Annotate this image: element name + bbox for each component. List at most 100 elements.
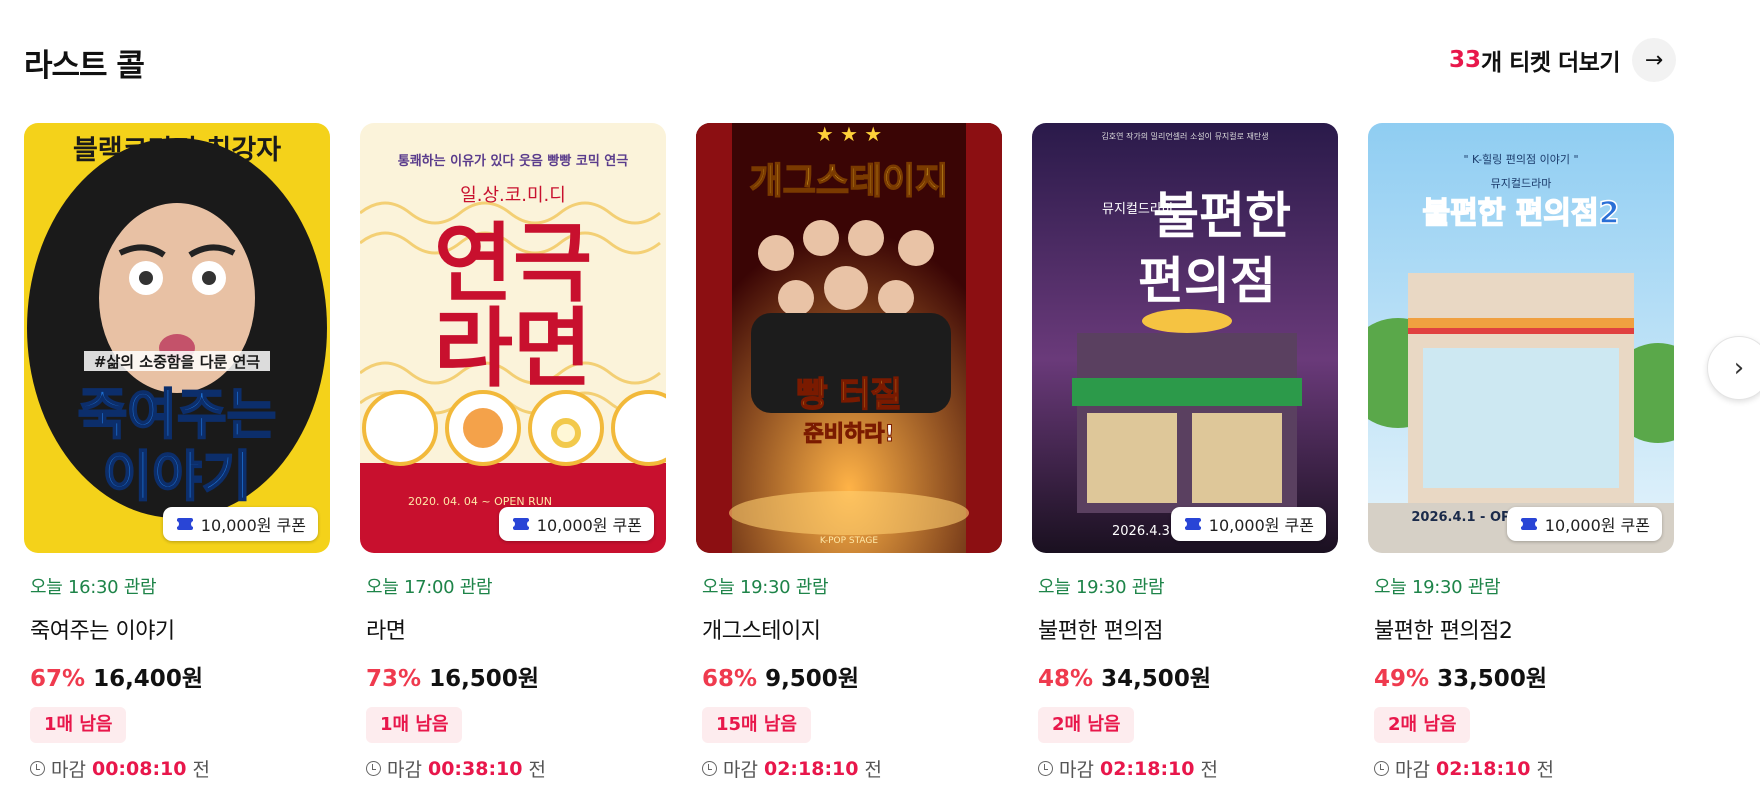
price-row: 67% 16,400원 (30, 659, 324, 693)
countdown-timer: 02:18:10 (763, 757, 859, 780)
coupon-icon (173, 518, 196, 530)
clock-icon (702, 761, 717, 776)
section-title: 라스트 콜 (24, 48, 145, 84)
svg-text:이야기: 이야기 (102, 445, 251, 508)
ticket-card[interactable]: 통쾌하는 이유가 있다 웃음 빵빵 코믹 연극 일.상.코.미.디 연극 라면 … (360, 123, 666, 781)
discount-rate: 68% (702, 666, 758, 692)
show-time: 오늘 19:30 관람 (1374, 577, 1501, 598)
show-name[interactable]: 라면 (366, 613, 660, 645)
clock-icon (1038, 761, 1053, 776)
poster-illustration-4: 김호연 작가의 밀리언셀러 소설이 뮤지컬로 재탄생 뮤지컬드라마 불편한 편의… (1032, 123, 1338, 553)
ticket-card[interactable]: " K-힐링 편의점 이야기 " 뮤지컬드라마 불편한 편의점2 2026.4.… (1368, 123, 1674, 781)
svg-text:K-POP STAGE: K-POP STAGE (820, 536, 878, 546)
deadline-prefix: 마감 (51, 759, 86, 781)
coupon-label: 10,000원 쿠폰 (1544, 516, 1650, 535)
svg-text:일.상.코.미.디: 일.상.코.미.디 (460, 185, 566, 206)
poster-illustration-3: ★ ★ ★ 개그스테이지 빵 터질 준비하라! K-POP STAGE (696, 123, 1002, 553)
svg-text:★ ★ ★: ★ ★ ★ (816, 123, 883, 146)
svg-text:" K-힐링 편의점 이야기 ": " K-힐링 편의점 이야기 " (1463, 153, 1578, 166)
deadline-suffix: 전 (192, 759, 210, 781)
coupon-icon (1181, 518, 1204, 530)
svg-text:라면: 라면 (434, 299, 592, 399)
price: 16,400원 (93, 666, 203, 692)
poster-image[interactable]: 통쾌하는 이유가 있다 웃음 빵빵 코믹 연극 일.상.코.미.디 연극 라면 … (360, 123, 666, 553)
deadline-row: 마감 02:18:10 전 (1374, 755, 1668, 782)
ticket-info: 오늘 19:30 관람 불편한 편의점2 49% 33,500원 2매 남음 마감… (1368, 573, 1674, 782)
ticket-carousel: 블랙코미디 최강자 #삶의 소중함을 다룬 연극 죽여주는 이야기 10,000… (24, 123, 1700, 783)
discount-rate: 49% (1374, 666, 1430, 692)
poster-image[interactable]: " K-힐링 편의점 이야기 " 뮤지컬드라마 불편한 편의점2 2026.4.… (1368, 123, 1674, 553)
remaining-badge: 2매 남음 (1038, 707, 1135, 743)
svg-text:죽여주는: 죽여주는 (78, 383, 277, 446)
countdown-timer: 02:18:10 (1435, 757, 1531, 780)
more-label: 개 티켓 더보기 (1481, 50, 1620, 76)
deadline-row: 마감 02:18:10 전 (1038, 755, 1332, 782)
price: 9,500원 (765, 666, 859, 692)
coupon-label: 10,000원 쿠폰 (1208, 516, 1314, 535)
ticket-info: 오늘 17:00 관람 라면 73% 16,500원 1매 남음 마감 00:38… (360, 573, 666, 782)
deadline-suffix: 전 (1536, 759, 1554, 781)
poster-illustration-1: 블랙코미디 최강자 #삶의 소중함을 다룬 연극 죽여주는 이야기 (24, 123, 330, 553)
remaining-badge: 1매 남음 (366, 707, 463, 743)
coupon-badge: 10,000원 쿠폰 (162, 507, 318, 541)
show-name[interactable]: 불편한 편의점2 (1374, 613, 1668, 645)
svg-text:통쾌하는 이유가 있다 웃음 빵빵 코믹 연극: 통쾌하는 이유가 있다 웃음 빵빵 코믹 연극 (398, 153, 629, 169)
arrow-right-icon[interactable]: → (1632, 38, 1676, 82)
countdown-timer: 00:38:10 (427, 757, 523, 780)
discount-rate: 48% (1038, 666, 1094, 692)
poster-illustration-5: " K-힐링 편의점 이야기 " 뮤지컬드라마 불편한 편의점2 2026.4.… (1368, 123, 1674, 553)
svg-text:블랙코미디 최강자: 블랙코미디 최강자 (73, 135, 281, 166)
ticket-card[interactable]: 김호연 작가의 밀리언셀러 소설이 뮤지컬로 재탄생 뮤지컬드라마 불편한 편의… (1032, 123, 1338, 781)
discount-rate: 67% (30, 666, 86, 692)
svg-text:김호연 작가의 밀리언셀러 소설이 뮤지컬로 재탄생: 김호연 작가의 밀리언셀러 소설이 뮤지컬로 재탄생 (1101, 131, 1268, 141)
coupon-icon (1517, 518, 1540, 530)
more-count: 33 (1449, 47, 1482, 73)
countdown-timer: 00:08:10 (91, 757, 187, 780)
show-name[interactable]: 개그스테이지 (702, 613, 996, 645)
more-tickets-link[interactable]: 33 개 티켓 더보기 → (1449, 38, 1676, 82)
price-row: 48% 34,500원 (1038, 659, 1332, 693)
price-row: 73% 16,500원 (366, 659, 660, 693)
svg-text:뮤지컬드라마: 뮤지컬드라마 (1491, 177, 1552, 190)
carousel-next-button[interactable]: › (1707, 336, 1760, 400)
deadline-prefix: 마감 (387, 759, 422, 781)
coupon-badge: 10,000원 쿠폰 (1170, 507, 1326, 541)
poster-image[interactable]: 김호연 작가의 밀리언셀러 소설이 뮤지컬로 재탄생 뮤지컬드라마 불편한 편의… (1032, 123, 1338, 553)
remaining-badge: 2매 남음 (1374, 707, 1471, 743)
price: 16,500원 (429, 666, 539, 692)
svg-text:#삶의 소중함을 다룬 연극: #삶의 소중함을 다룬 연극 (94, 353, 260, 371)
deadline-prefix: 마감 (1395, 759, 1430, 781)
show-time: 오늘 16:30 관람 (30, 577, 157, 598)
show-name[interactable]: 불편한 편의점 (1038, 613, 1332, 645)
poster-image[interactable]: 블랙코미디 최강자 #삶의 소중함을 다룬 연극 죽여주는 이야기 10,000… (24, 123, 330, 553)
countdown-timer: 02:18:10 (1099, 757, 1195, 780)
svg-text:빵 터질: 빵 터질 (796, 375, 902, 415)
deadline-row: 마감 00:38:10 전 (366, 755, 660, 782)
svg-text:불편한 편의점2: 불편한 편의점2 (1423, 196, 1620, 231)
ticket-card[interactable]: 블랙코미디 최강자 #삶의 소중함을 다룬 연극 죽여주는 이야기 10,000… (24, 123, 330, 781)
show-name[interactable]: 죽여주는 이야기 (30, 613, 324, 645)
ticket-info: 오늘 19:30 관람 불편한 편의점 48% 34,500원 2매 남음 마감 … (1032, 573, 1338, 782)
show-time: 오늘 17:00 관람 (366, 577, 493, 598)
deadline-row: 마감 00:08:10 전 (30, 755, 324, 782)
deadline-suffix: 전 (1200, 759, 1218, 781)
deadline-suffix: 전 (864, 759, 882, 781)
coupon-icon (509, 518, 532, 530)
coupon-badge: 10,000원 쿠폰 (1506, 507, 1662, 541)
remaining-badge: 15매 남음 (702, 707, 811, 743)
ticket-card[interactable]: ★ ★ ★ 개그스테이지 빵 터질 준비하라! K-POP STAGE 오늘 1… (696, 123, 1002, 781)
deadline-prefix: 마감 (723, 759, 758, 781)
price: 34,500원 (1101, 666, 1211, 692)
poster-image[interactable]: ★ ★ ★ 개그스테이지 빵 터질 준비하라! K-POP STAGE (696, 123, 1002, 553)
clock-icon (366, 761, 381, 776)
coupon-label: 10,000원 쿠폰 (200, 516, 306, 535)
ticket-info: 오늘 19:30 관람 개그스테이지 68% 9,500원 15매 남음 마감 0… (696, 573, 1002, 782)
svg-text:불편한: 불편한 (1153, 187, 1291, 245)
deadline-suffix: 전 (528, 759, 546, 781)
coupon-badge: 10,000원 쿠폰 (498, 507, 654, 541)
discount-rate: 73% (366, 666, 422, 692)
price-row: 68% 9,500원 (702, 659, 996, 693)
svg-text:편의점: 편의점 (1138, 252, 1276, 310)
ticket-info: 오늘 16:30 관람 죽여주는 이야기 67% 16,400원 1매 남음 마감… (24, 573, 330, 782)
deadline-row: 마감 02:18:10 전 (702, 755, 996, 782)
